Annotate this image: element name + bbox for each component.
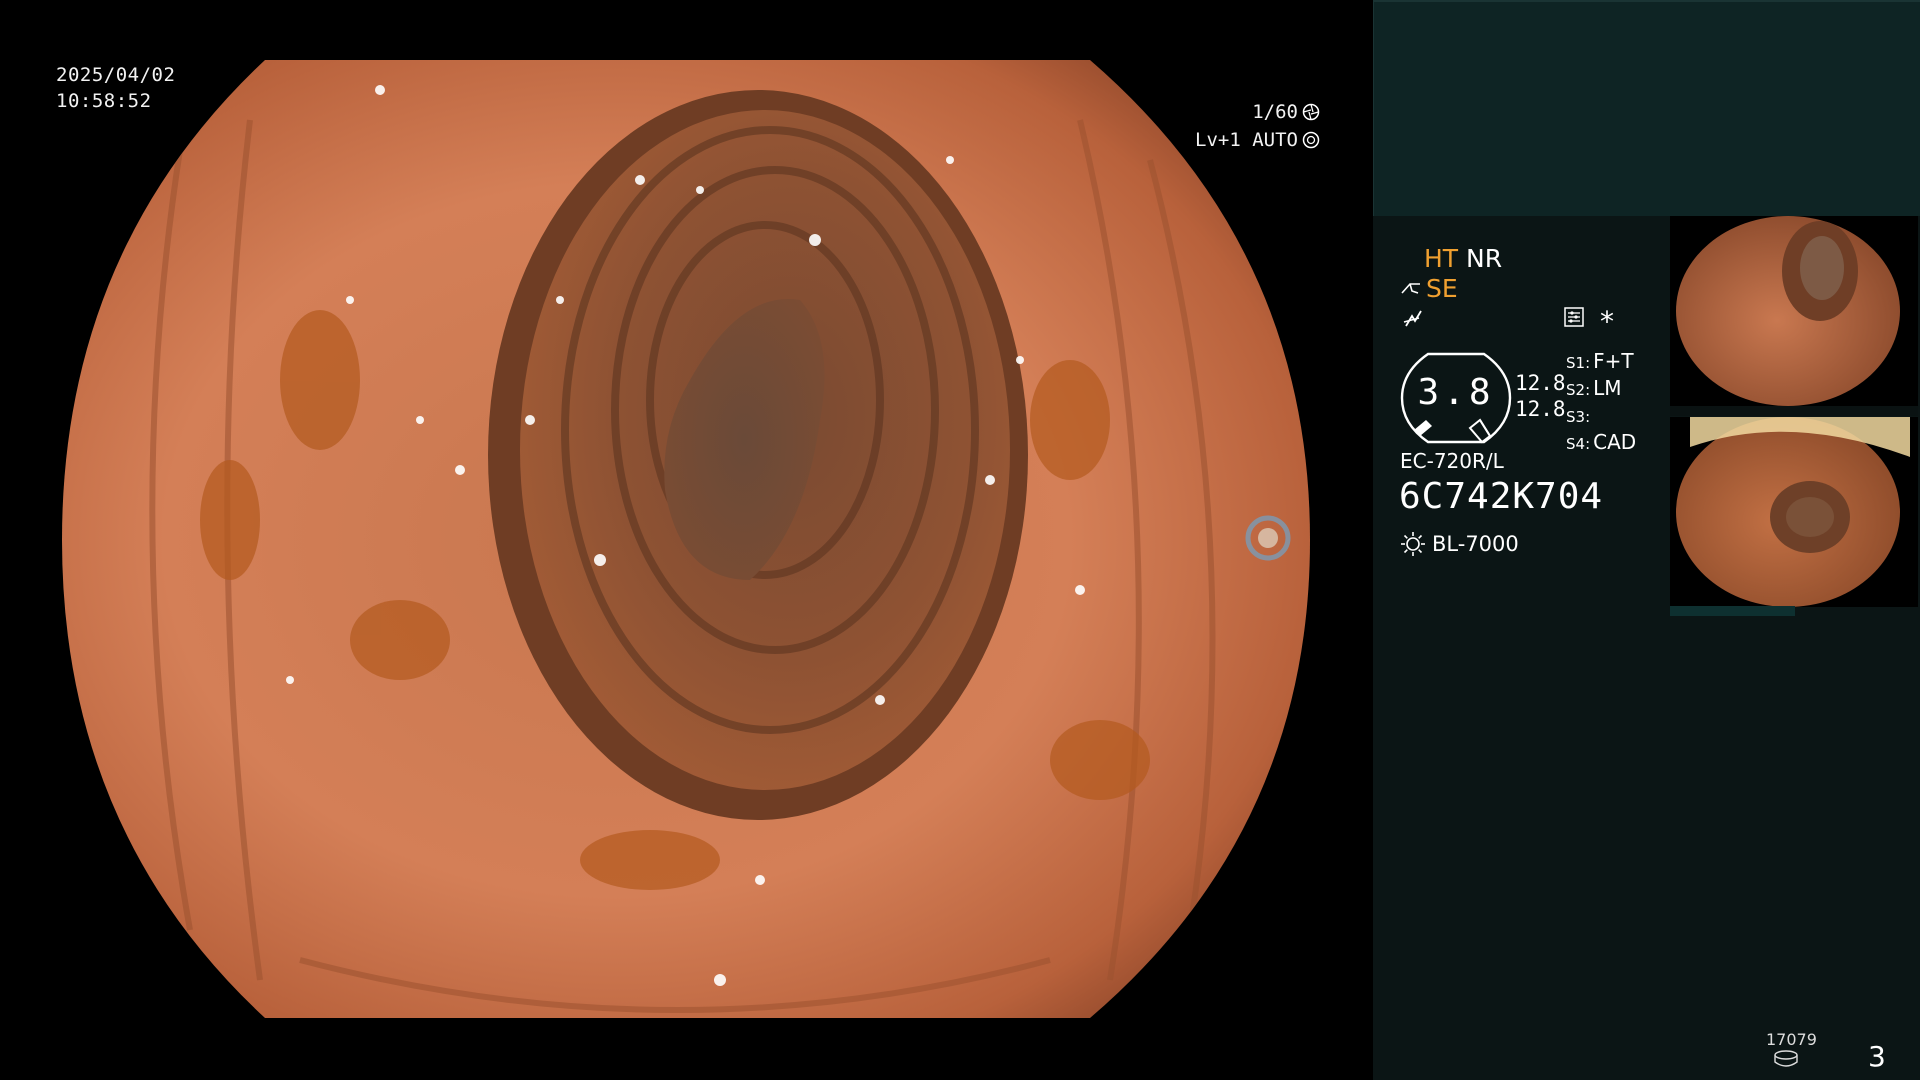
flash-icon <box>1403 310 1422 327</box>
se-mode: SE <box>1426 274 1458 303</box>
iris-mode: Lv+1 AUTO <box>1195 129 1298 151</box>
switch-list: S1: F+T S2: LM S3: S4: CAD <box>1566 349 1636 457</box>
ht-mode: HT <box>1424 244 1459 273</box>
magnification-2: 12.8 <box>1515 397 1566 421</box>
mode-row: HT NR <box>1424 244 1502 273</box>
nr-mode: NR <box>1466 244 1503 273</box>
switch-4: S4: CAD <box>1566 430 1637 454</box>
settings-icon <box>1564 307 1584 327</box>
date-time: 2025/04/02 10:58:52 <box>56 62 175 114</box>
scope-tip-icon <box>1401 282 1420 294</box>
shutter-icon <box>1302 103 1320 121</box>
image-counter: 17079 <box>1766 1030 1817 1049</box>
switch-3: S3: <box>1566 408 1591 426</box>
switch-2: S2: LM <box>1566 376 1622 400</box>
light-source: BL-7000 <box>1400 531 1519 557</box>
magnification-1: 12.8 <box>1515 371 1566 395</box>
lamp-icon <box>1401 532 1425 556</box>
magnification: 12.8 12.8 <box>1515 370 1566 422</box>
panel-header <box>1373 0 1920 216</box>
exposure-info: 1/60 Lv+1 AUTO <box>1195 98 1320 154</box>
thumbnail-2[interactable] <box>1670 417 1918 607</box>
switch-1: S1: F+T <box>1566 349 1634 373</box>
date-label: 2025/04/02 <box>56 64 176 86</box>
light-source-label: BL-7000 <box>1432 532 1519 556</box>
asterisk-icon: * <box>1600 305 1614 338</box>
shutter-speed: 1/60 <box>1252 101 1298 123</box>
scope-model: EC-720R/L <box>1400 449 1504 473</box>
thumbnail-divider <box>1670 406 1918 416</box>
scope-serial: 6C742K704 <box>1399 476 1604 517</box>
iris-icon <box>1302 131 1320 149</box>
se-row: SE <box>1400 274 1458 303</box>
thumbnail-1[interactable] <box>1670 216 1918 406</box>
time-label: 10:58:52 <box>56 90 152 112</box>
zoom-value: 3.8 <box>1417 372 1495 413</box>
database-icon <box>1774 1050 1798 1067</box>
page-number: 3 <box>1868 1040 1886 1073</box>
thumbnail-selection-bar <box>1670 606 1795 616</box>
endoscope-view <box>0 0 1372 1080</box>
